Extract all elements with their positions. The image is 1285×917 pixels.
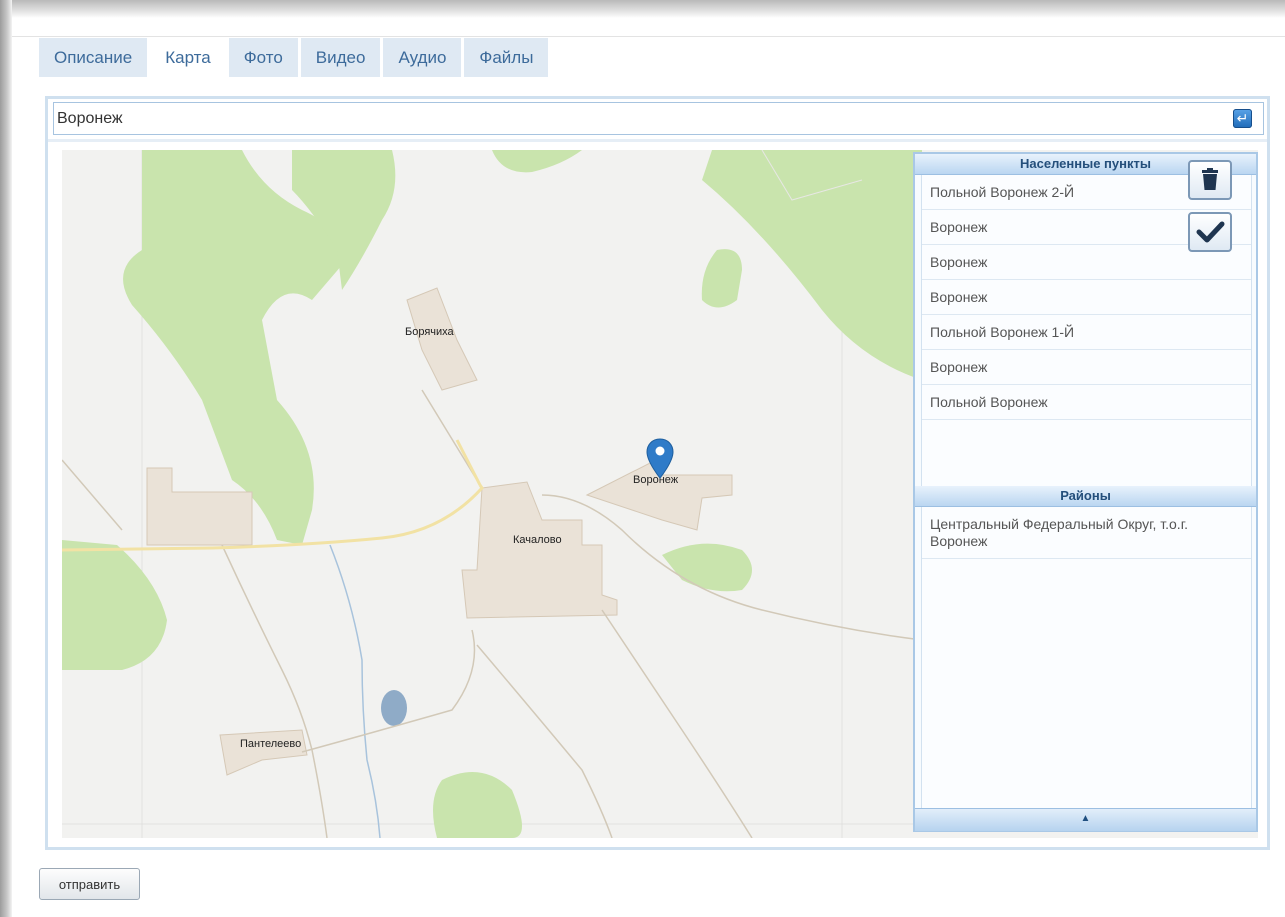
map-label-kachalovo: Качалово [513,534,562,546]
location-search-input[interactable] [53,102,1264,135]
trash-icon [1202,168,1218,190]
submit-button[interactable]: отправить [39,868,140,900]
list-item[interactable]: Польной Воронеж [922,385,1251,420]
collapse-toggle[interactable]: ▲ [915,808,1256,831]
list-item[interactable]: Воронеж [922,280,1251,315]
confirm-button[interactable] [1188,212,1232,252]
tab-map[interactable]: Карта [150,38,226,77]
window-shadow-top [0,0,1285,18]
list-item[interactable]: Воронеж [922,350,1251,385]
tab-description[interactable]: Описание [39,38,148,77]
districts-list: Центральный Федеральный Округ, т.о.г. Во… [921,507,1252,808]
delete-button[interactable] [1188,160,1232,200]
tab-photo[interactable]: Фото [228,38,298,77]
map-panel: ↵ [45,96,1270,850]
tab-video[interactable]: Видео [300,38,381,77]
tab-files[interactable]: Файлы [464,38,549,77]
check-icon [1196,221,1225,243]
triangle-up-icon: ▲ [1080,813,1091,824]
list-item[interactable]: Польной Воронеж 1-Й [922,315,1251,350]
tab-audio[interactable]: Аудио [383,38,462,77]
map-label-boryachikha: Борячиха [405,326,454,338]
divider [48,139,1267,142]
window-shadow-left [0,0,12,917]
tab-bar: Описание Карта Фото Видео Аудио Файлы [39,38,551,77]
map-marker-icon[interactable] [646,438,674,480]
divider [12,36,1285,37]
enter-icon[interactable]: ↵ [1233,109,1252,128]
districts-header: Районы [915,486,1256,507]
list-item[interactable]: Центральный Федеральный Округ, т.о.г. Во… [922,507,1251,559]
map-label-panteleevo: Пантелеево [240,738,302,750]
